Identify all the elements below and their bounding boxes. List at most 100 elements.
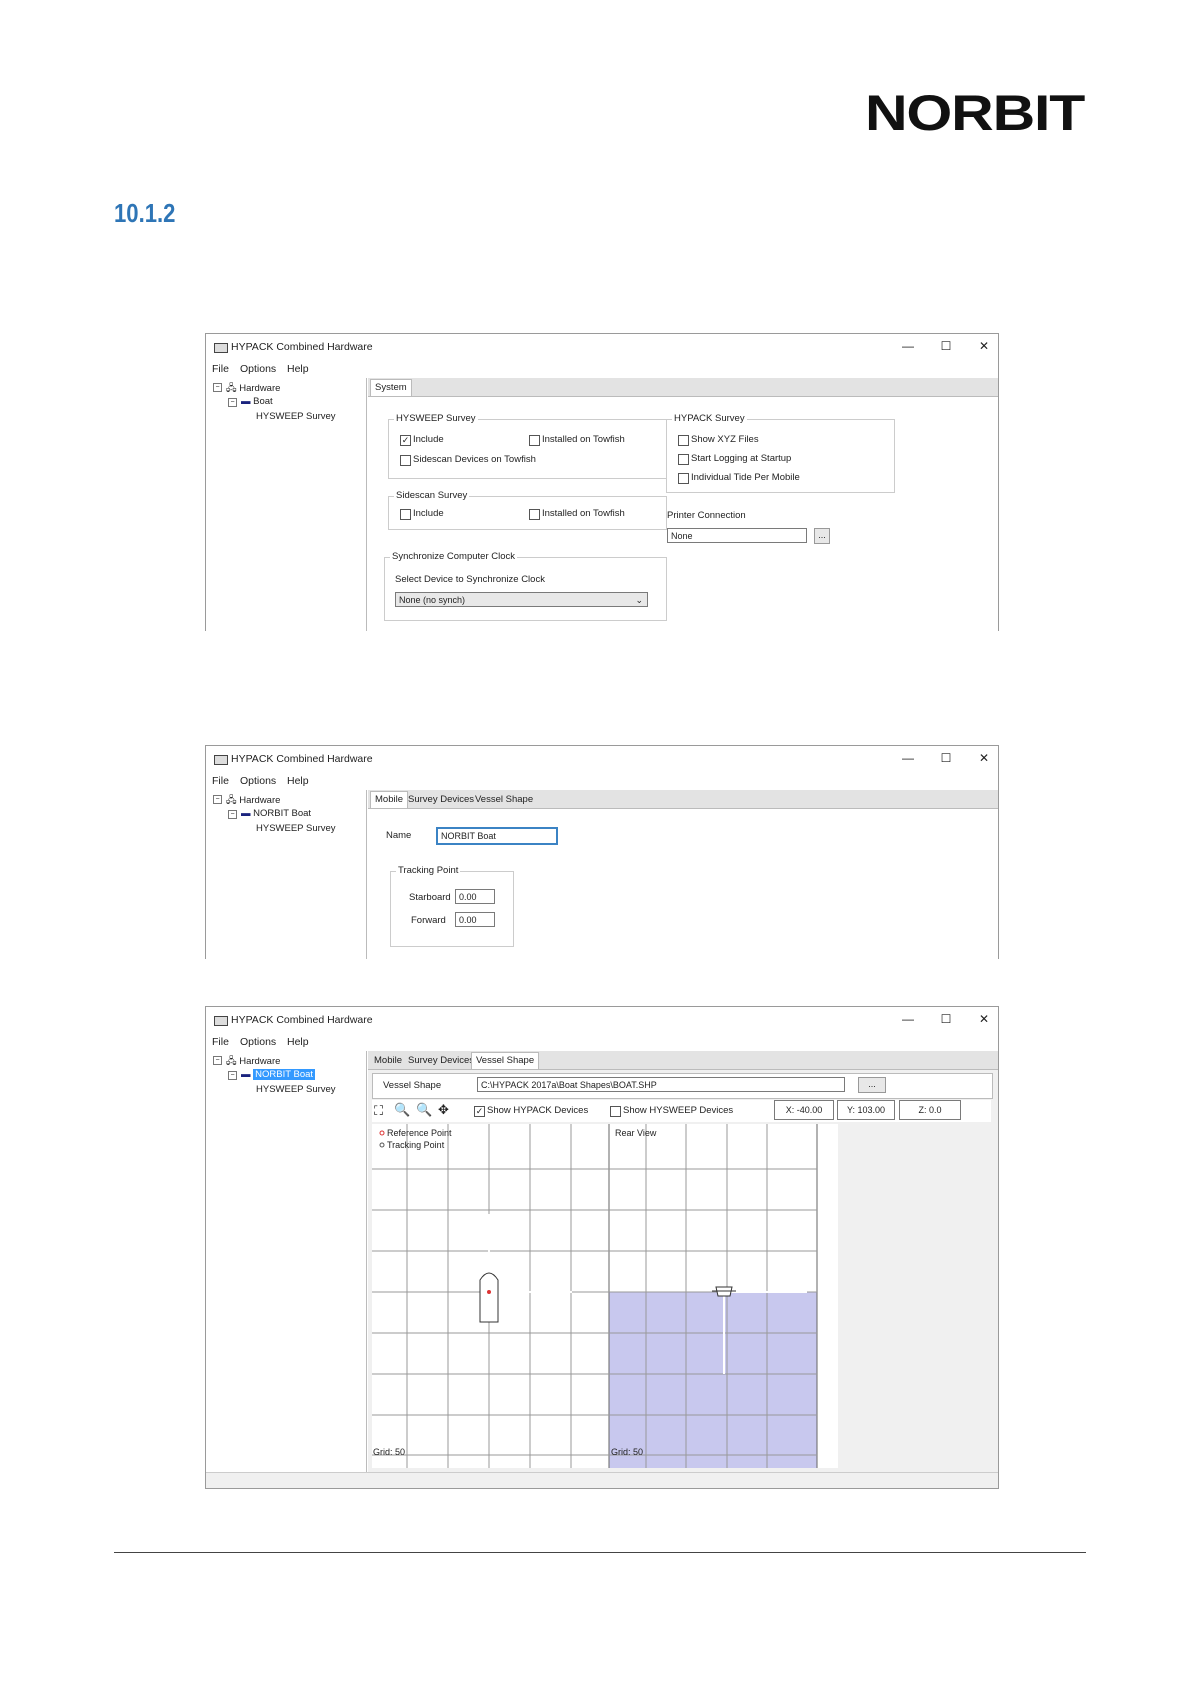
tree-item-boat[interactable]: ▬ Boat bbox=[241, 396, 273, 407]
legend-tracking: Tracking Point bbox=[387, 1140, 445, 1150]
tree-item-hysweep[interactable]: HYSWEEP Survey bbox=[256, 411, 336, 422]
group-title: HYPACK Survey bbox=[672, 413, 747, 424]
vessel-toolbar: ⛶ 🔍 🔍 ✥ ✓ Show HYPACK Devices Show HYSWE… bbox=[372, 1100, 991, 1122]
zoom-extents-icon[interactable]: ⛶ bbox=[374, 1103, 383, 1119]
starboard-label: Starboard bbox=[409, 892, 451, 903]
tab-vessel-shape[interactable]: Vessel Shape bbox=[471, 1052, 540, 1070]
tree-item-boat[interactable]: ▬ NORBIT Boat bbox=[241, 808, 311, 819]
show-hysweep-checkbox[interactable] bbox=[610, 1106, 621, 1117]
menu-file[interactable]: File bbox=[212, 363, 229, 375]
app-icon bbox=[214, 755, 228, 765]
app-icon bbox=[214, 343, 228, 353]
zoom-out-icon[interactable]: 🔍 bbox=[416, 1102, 432, 1118]
tab-mobile[interactable]: Mobile bbox=[370, 1053, 406, 1068]
vessel-shape-path[interactable]: C:\HYPACK 2017a\Boat Shapes\BOAT.SHP bbox=[477, 1077, 845, 1092]
tab-survey-devices[interactable]: Survey Devices bbox=[404, 1053, 478, 1068]
collapse-icon[interactable]: − bbox=[228, 1071, 237, 1080]
sidescan-towfish-checkbox[interactable] bbox=[400, 455, 411, 466]
tide-checkbox[interactable] bbox=[678, 473, 689, 484]
collapse-icon[interactable]: − bbox=[228, 398, 237, 407]
tree-item-hardware[interactable]: 🖧 Hardware bbox=[226, 381, 280, 397]
group-title: Synchronize Computer Clock bbox=[390, 551, 518, 562]
tree-item-hysweep[interactable]: HYSWEEP Survey bbox=[256, 1084, 336, 1095]
grid-label-left: Grid: 50 bbox=[373, 1447, 405, 1457]
tree-label: NORBIT Boat bbox=[253, 808, 312, 819]
menu-options[interactable]: Options bbox=[240, 363, 276, 375]
maximize-button[interactable]: ☐ bbox=[938, 1011, 954, 1027]
sync-label: Select Device to Synchronize Clock bbox=[395, 574, 545, 585]
tab-strip: Mobile Survey Devices Vessel Shape bbox=[368, 790, 998, 809]
maximize-button[interactable]: ☐ bbox=[938, 750, 954, 766]
vessel-shape-label: Vessel Shape bbox=[383, 1080, 442, 1091]
printer-browse-button[interactable]: ... bbox=[814, 528, 830, 544]
collapse-icon[interactable]: − bbox=[213, 383, 222, 392]
logging-label: Start Logging at Startup bbox=[691, 453, 792, 464]
collapse-icon[interactable]: − bbox=[213, 1056, 222, 1065]
tree-item-hardware[interactable]: 🖧 Hardware bbox=[226, 1054, 280, 1070]
tree-label: HYSWEEP Survey bbox=[256, 1084, 336, 1095]
vessel-shape-browse-button[interactable]: ... bbox=[858, 1077, 886, 1093]
tree-item-hysweep[interactable]: HYSWEEP Survey bbox=[256, 823, 336, 834]
forward-input[interactable]: 0.00 bbox=[455, 912, 495, 927]
section-number: 10.1.2 bbox=[114, 198, 176, 228]
logging-checkbox[interactable] bbox=[678, 454, 689, 465]
sync-device-value: None (no synch) bbox=[399, 595, 466, 605]
maximize-button[interactable]: ☐ bbox=[938, 338, 954, 354]
include-checkbox[interactable] bbox=[400, 509, 411, 520]
tab-vessel-shape[interactable]: Vessel Shape bbox=[471, 792, 537, 807]
tree-label: Hardware bbox=[239, 1056, 281, 1067]
show-hypack-checkbox[interactable]: ✓ bbox=[474, 1106, 485, 1117]
close-button[interactable]: ✕ bbox=[976, 338, 992, 354]
menu-help[interactable]: Help bbox=[287, 1036, 309, 1048]
menu-file[interactable]: File bbox=[212, 1036, 229, 1048]
status-bar bbox=[206, 1472, 998, 1488]
zoom-in-icon[interactable]: 🔍 bbox=[394, 1102, 410, 1118]
minimize-button[interactable]: — bbox=[900, 1011, 916, 1027]
menu-help[interactable]: Help bbox=[287, 363, 309, 375]
menu-options[interactable]: Options bbox=[240, 1036, 276, 1048]
starboard-input[interactable]: 0.00 bbox=[455, 889, 495, 904]
menu-bar: File Options Help bbox=[206, 773, 998, 789]
vessel-view[interactable]: Reference Point Tracking Point Rear View… bbox=[372, 1124, 838, 1468]
menu-options[interactable]: Options bbox=[240, 775, 276, 787]
collapse-icon[interactable]: − bbox=[228, 810, 237, 819]
minimize-button[interactable]: — bbox=[900, 338, 916, 354]
include-label: Include bbox=[413, 508, 444, 519]
title-bar[interactable]: HYPACK Combined Hardware — ☐ ✕ bbox=[206, 334, 998, 360]
include-checkbox[interactable]: ✓ bbox=[400, 435, 411, 446]
title-bar[interactable]: HYPACK Combined Hardware — ☐ ✕ bbox=[206, 746, 998, 772]
tab-system[interactable]: System bbox=[370, 379, 412, 397]
tab-content: Name NORBIT Boat Tracking Point Starboar… bbox=[368, 808, 998, 959]
name-input[interactable]: NORBIT Boat bbox=[436, 827, 558, 845]
xyz-checkbox[interactable] bbox=[678, 435, 689, 446]
title-bar[interactable]: HYPACK Combined Hardware — ☐ ✕ bbox=[206, 1007, 998, 1033]
tree-item-boat[interactable]: ▬ NORBIT Boat bbox=[241, 1069, 316, 1080]
collapse-icon[interactable]: − bbox=[213, 795, 222, 804]
chevron-down-icon: ⌄ bbox=[635, 595, 643, 605]
tree-item-hardware[interactable]: 🖧 Hardware bbox=[226, 793, 280, 809]
towfish-checkbox[interactable] bbox=[529, 435, 540, 446]
menu-file[interactable]: File bbox=[212, 775, 229, 787]
group-sidescan: Sidescan Survey Include Installed on Tow… bbox=[388, 490, 667, 530]
minimize-button[interactable]: — bbox=[900, 750, 916, 766]
sync-device-select[interactable]: None (no synch) ⌄ bbox=[395, 592, 648, 607]
sidescan-towfish-label: Sidescan Devices on Towfish bbox=[413, 454, 536, 465]
vessel-shape-row: Vessel Shape C:\HYPACK 2017a\Boat Shapes… bbox=[372, 1073, 993, 1099]
printer-field[interactable]: None bbox=[667, 528, 807, 543]
close-button[interactable]: ✕ bbox=[976, 750, 992, 766]
close-button[interactable]: ✕ bbox=[976, 1011, 992, 1027]
window-title: HYPACK Combined Hardware bbox=[231, 341, 373, 353]
boat-icon: ▬ bbox=[241, 808, 251, 819]
tab-survey-devices[interactable]: Survey Devices bbox=[404, 792, 478, 807]
towfish-label: Installed on Towfish bbox=[542, 434, 625, 445]
group-tracking-point: Tracking Point Starboard 0.00 Forward 0.… bbox=[390, 865, 514, 947]
towfish-checkbox[interactable] bbox=[529, 509, 540, 520]
tab-mobile[interactable]: Mobile bbox=[370, 791, 408, 809]
boat-icon: ▬ bbox=[241, 396, 251, 407]
hardware-tree: − 🖧 Hardware − ▬ NORBIT Boat HYSWEEP Sur… bbox=[208, 1051, 367, 1472]
tree-label: Hardware bbox=[239, 795, 281, 806]
pan-icon[interactable]: ✥ bbox=[438, 1102, 449, 1118]
window-system: HYPACK Combined Hardware — ☐ ✕ File Opti… bbox=[205, 333, 999, 631]
menu-help[interactable]: Help bbox=[287, 775, 309, 787]
water-area bbox=[609, 1292, 817, 1468]
